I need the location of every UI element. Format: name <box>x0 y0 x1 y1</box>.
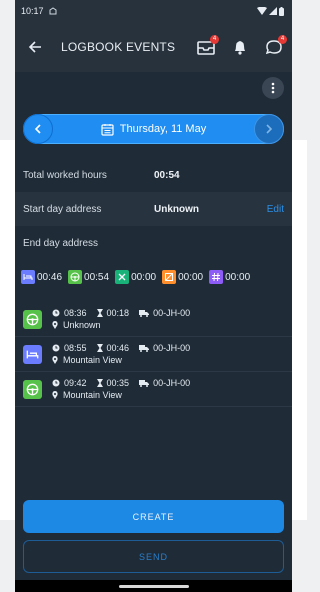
summary-drive-value: 00:54 <box>84 271 110 283</box>
event-duration: 00:35 <box>106 378 130 388</box>
start-day-address-row: Start day address Unknown Edit <box>15 192 292 226</box>
event-time: 08:55 <box>64 343 87 353</box>
location-pin-icon <box>52 391 58 399</box>
status-time: 10:17 <box>21 6 44 16</box>
truck-icon <box>139 380 150 387</box>
summary-other: 00:00 <box>209 270 250 284</box>
hourglass-icon <box>96 379 103 387</box>
more-vertical-icon <box>271 82 275 94</box>
steering-wheel-icon <box>68 270 83 284</box>
bed-icon <box>23 344 42 364</box>
bed-icon <box>21 270 35 284</box>
create-button[interactable]: CREATE <box>23 500 284 533</box>
summary-other-value: 00:00 <box>225 271 251 283</box>
event-row[interactable]: 09:42 00:35 00-JH-00 Mountain View <box>15 372 292 407</box>
location-pin-icon <box>52 321 58 329</box>
notifications-button[interactable] <box>228 35 252 59</box>
total-worked-hours-label: Total worked hours <box>23 169 107 181</box>
event-location: Mountain View <box>63 355 122 365</box>
back-button[interactable] <box>23 35 47 59</box>
status-bar: 10:17 <box>15 0 292 22</box>
edit-start-address-link[interactable]: Edit <box>267 204 284 215</box>
event-duration: 00:18 <box>106 308 130 318</box>
battery-icon <box>279 6 284 16</box>
event-duration: 00:46 <box>106 343 130 353</box>
end-day-address-label: End day address <box>23 237 99 249</box>
events-list: 08:36 00:18 00-JH-00 Unknown 08:55 00:46… <box>15 302 292 407</box>
date-navigator: Thursday, 11 May <box>23 114 284 144</box>
arrow-left-icon <box>28 41 41 53</box>
event-time: 09:42 <box>64 378 87 388</box>
wifi-icon <box>257 7 267 15</box>
hourglass-icon <box>96 344 103 352</box>
summary-availability: 00:00 <box>162 270 203 284</box>
more-options-button[interactable] <box>262 77 284 99</box>
truck-icon <box>139 310 150 317</box>
page-title: LOGBOOK EVENTS <box>61 40 176 54</box>
event-location: Mountain View <box>63 390 122 400</box>
chevron-left-icon <box>34 124 41 134</box>
date-label: Thursday, 11 May <box>119 123 207 135</box>
home-indicator[interactable] <box>118 584 189 588</box>
availability-icon <box>162 270 177 284</box>
clock-icon <box>52 344 60 352</box>
previous-day-button[interactable] <box>23 114 53 144</box>
end-day-address-row: End day address <box>15 226 292 260</box>
send-button[interactable]: SEND <box>23 540 284 573</box>
clock-icon <box>52 309 60 317</box>
summary-work-value: 00:00 <box>131 271 157 283</box>
summary-drive: 00:54 <box>68 270 109 284</box>
phone-screen: 10:17 LOGBOOK EVENTS 4 4 Thursday, 11 Ma… <box>15 0 292 592</box>
event-time: 08:36 <box>64 308 87 318</box>
chat-button[interactable]: 4 <box>262 35 287 59</box>
truck-icon <box>139 345 150 352</box>
event-row[interactable]: 08:55 00:46 00-JH-00 Mountain View <box>15 337 292 372</box>
total-worked-hours-value: 00:54 <box>154 169 180 181</box>
total-worked-hours-row: Total worked hours 00:54 <box>15 158 292 192</box>
next-day-button[interactable] <box>254 114 284 144</box>
clock-icon <box>52 379 60 387</box>
summary-work: 00:00 <box>115 270 156 284</box>
messages-badge: 4 <box>210 35 219 44</box>
event-location: Unknown <box>63 320 101 330</box>
hourglass-icon <box>96 309 103 317</box>
system-nav-bar <box>15 580 292 592</box>
messages-button[interactable]: 4 <box>194 35 219 59</box>
event-plate: 00-JH-00 <box>153 343 191 353</box>
chevron-right-icon <box>266 124 273 134</box>
summary-rest: 00:46 <box>21 270 62 284</box>
activity-summary: 00:46 00:54 00:00 00:00 00:00 <box>15 260 292 294</box>
steering-wheel-icon <box>23 379 42 399</box>
event-plate: 00-JH-00 <box>153 308 191 318</box>
event-row[interactable]: 08:36 00:18 00-JH-00 Unknown <box>15 302 292 337</box>
signal-icon <box>269 7 277 15</box>
start-day-address-value: Unknown <box>154 203 199 215</box>
event-plate: 00-JH-00 <box>153 378 191 388</box>
start-day-address-label: Start day address <box>23 203 102 215</box>
summary-availability-value: 00:00 <box>178 271 204 283</box>
steering-wheel-icon <box>23 309 42 329</box>
calendar-icon <box>101 123 114 136</box>
bell-icon <box>235 41 245 55</box>
chat-badge: 4 <box>278 35 287 44</box>
app-bar: LOGBOOK EVENTS 4 4 <box>15 22 292 72</box>
notification-icon <box>49 7 57 15</box>
hash-icon <box>209 270 224 284</box>
tools-icon <box>115 270 130 284</box>
summary-rest-value: 00:46 <box>37 271 63 283</box>
location-pin-icon <box>52 356 58 364</box>
date-selector[interactable]: Thursday, 11 May <box>53 114 254 144</box>
